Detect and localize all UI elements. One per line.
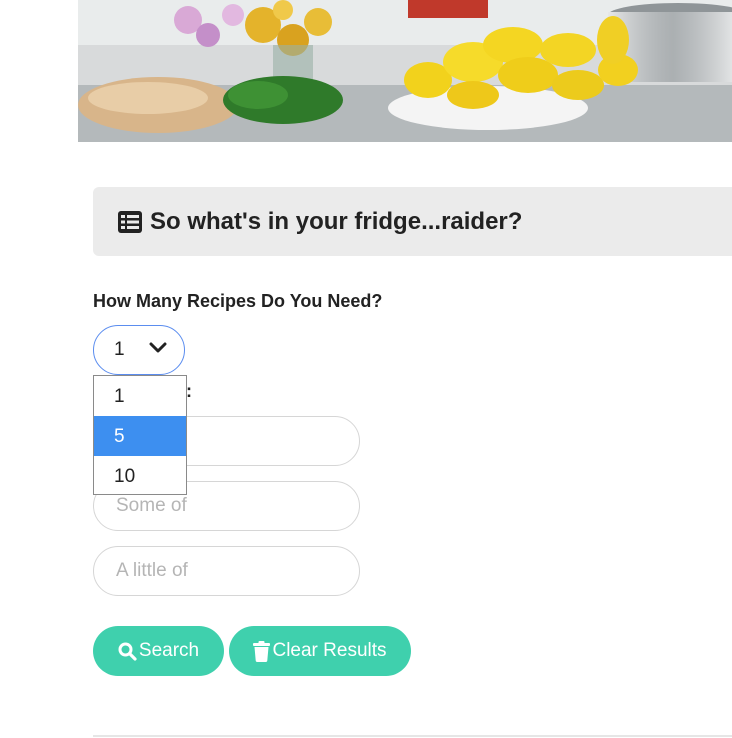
section-divider [93, 735, 732, 737]
dropdown-option-highlighted[interactable]: 5 [94, 416, 186, 456]
search-button-label: Search [138, 640, 200, 661]
recipes-count-select[interactable]: 1 [93, 325, 185, 375]
search-icon [118, 642, 137, 661]
search-button[interactable]: Search [93, 626, 224, 676]
select-value: 1 [114, 339, 125, 360]
clear-results-button[interactable]: Clear Results [229, 626, 411, 676]
panel-header: So what's in your fridge...raider? [93, 187, 732, 256]
hero-image [78, 0, 732, 142]
ingredient-input-little[interactable] [93, 546, 360, 596]
clear-results-label: Clear Results [272, 640, 387, 661]
dropdown-option[interactable]: 1 [94, 376, 186, 416]
recipes-count-dropdown: 1 5 10 [93, 375, 187, 495]
dropdown-option[interactable]: 10 [94, 456, 186, 496]
panel-title: So what's in your fridge...raider? [150, 207, 523, 235]
trash-icon [253, 640, 271, 662]
chevron-down-icon [149, 342, 167, 353]
list-icon [118, 210, 142, 233]
recipes-count-label: How Many Recipes Do You Need? [93, 291, 383, 311]
